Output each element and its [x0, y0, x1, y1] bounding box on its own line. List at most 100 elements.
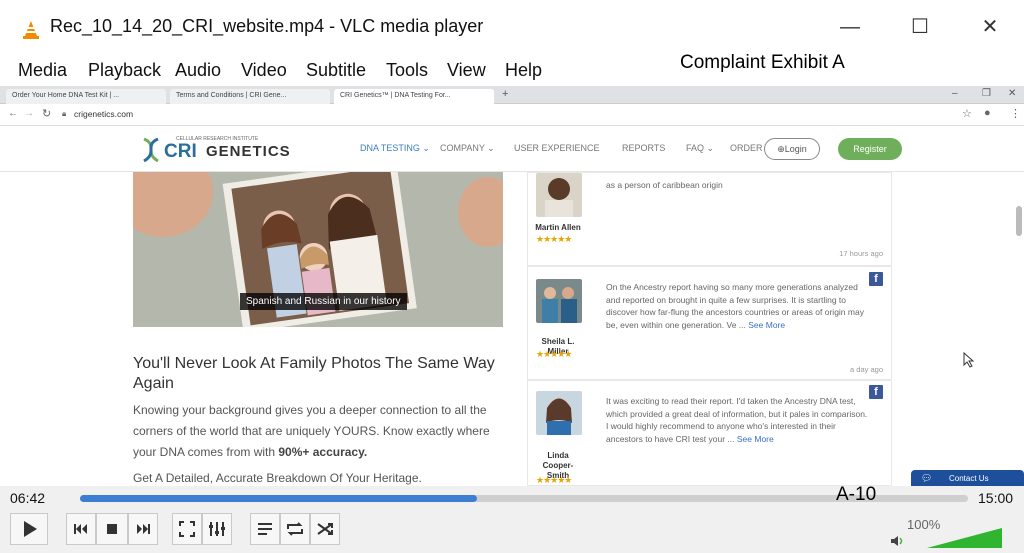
reviewer-avatar — [536, 391, 582, 435]
shuffle-icon — [317, 523, 333, 535]
reviewer-avatar — [536, 173, 582, 217]
browser-tab-active[interactable]: CRI Genetics™ | DNA Testing For... — [334, 89, 494, 104]
stop-icon — [107, 524, 117, 534]
menu-bar: Media Playback Audio Video Subtitle Tool… — [0, 56, 1024, 86]
nav-reports[interactable]: REPORTS — [622, 143, 665, 153]
section-subhead: Get A Detailed, Accurate Breakdown Of Yo… — [133, 471, 422, 485]
star-rating: ★★★★★ — [536, 349, 572, 359]
mouse-cursor-icon — [963, 352, 975, 368]
cri-genetics-logo[interactable]: CELLULAR RESEARCH INSTITUTE CRI GENETICS — [140, 135, 290, 165]
page-scrollbar-thumb[interactable] — [1016, 206, 1022, 236]
menu-subtitle[interactable]: Subtitle — [306, 60, 366, 81]
title-bar: Rec_10_14_20_CRI_website.mp4 - VLC media… — [0, 0, 1024, 60]
address-bar: ← → ↻ 🔒︎ crigenetics.com ☆ ● ⋮ — [0, 104, 1024, 126]
loop-icon — [287, 522, 303, 536]
browser-restore-icon[interactable]: ❐ — [982, 88, 991, 99]
lock-icon: 🔒︎ — [62, 109, 67, 118]
menu-tools[interactable]: Tools — [386, 60, 428, 81]
equalizer-icon — [209, 522, 225, 536]
browser-tab[interactable]: Order Your Home DNA Test Kit | ... — [6, 89, 166, 104]
window-title: Rec_10_14_20_CRI_website.mp4 - VLC media… — [50, 16, 484, 36]
nav-dna-testing[interactable]: DNA TESTING ⌄ — [360, 143, 430, 154]
see-more-link[interactable]: See More — [737, 434, 774, 444]
register-button[interactable]: Register — [838, 138, 902, 160]
player-controls: 06:42 A-10 15:00 100% — [0, 484, 1024, 553]
logo-genetics: GENETICS — [206, 143, 291, 160]
bookmark-star-icon[interactable]: ☆ — [962, 107, 972, 120]
fullscreen-button[interactable] — [172, 513, 202, 545]
reload-icon[interactable]: ↻ — [42, 107, 51, 120]
minimize-button[interactable]: — — [836, 14, 864, 42]
close-button[interactable]: ✕ — [976, 14, 1004, 42]
review-text: as a person of caribbean origin — [606, 180, 723, 190]
forward-icon[interactable]: → — [24, 108, 34, 119]
video-area[interactable]: Order Your Home DNA Test Kit | ... Terms… — [0, 86, 1024, 486]
menu-media[interactable]: Media — [18, 60, 67, 81]
browser-menu-icon[interactable]: ⋮ — [1010, 107, 1021, 120]
dna-helix-icon — [143, 137, 159, 163]
star-rating: ★★★★★ — [536, 475, 572, 485]
review-card: Linda Cooper-Smith ★★★★★ It was exciting… — [527, 380, 892, 486]
new-tab-button[interactable]: + — [502, 88, 508, 100]
play-icon — [24, 521, 37, 537]
accuracy-highlight: 90%+ accuracy. — [278, 445, 368, 459]
review-text: It was exciting to read their report. I'… — [606, 395, 868, 445]
chat-icon: 💬︎ — [921, 473, 933, 483]
playlist-button[interactable] — [250, 513, 280, 545]
maximize-button[interactable]: ☐ — [906, 14, 934, 42]
vlc-cone-icon — [23, 21, 39, 39]
volume-slider[interactable] — [927, 528, 1002, 548]
facebook-icon[interactable]: f — [869, 385, 883, 399]
loop-button[interactable] — [280, 513, 310, 545]
nav-faq[interactable]: FAQ ⌄ — [686, 143, 714, 154]
previous-icon — [74, 524, 87, 534]
nav-user-experience[interactable]: USER EXPERIENCE — [514, 143, 600, 153]
play-button[interactable] — [10, 513, 48, 545]
url-field[interactable]: crigenetics.com — [74, 109, 133, 119]
menu-playback[interactable]: Playback — [88, 60, 161, 81]
section-headline: You'll Never Look At Family Photos The S… — [133, 355, 495, 392]
review-body: On the Ancestry report having so many mo… — [606, 282, 864, 330]
site-header: CELLULAR RESEARCH INSTITUTE CRI GENETICS… — [0, 126, 1024, 172]
menu-view[interactable]: View — [447, 60, 486, 81]
exhibit-page-label: A-10 — [836, 484, 877, 505]
next-button[interactable] — [128, 513, 158, 545]
random-button[interactable] — [310, 513, 340, 545]
login-button[interactable]: ⊕Login — [764, 138, 820, 160]
contact-us-label: Contact Us — [949, 474, 989, 483]
contact-us-button[interactable]: 💬︎ Contact Us — [911, 470, 1024, 486]
review-time: a day ago — [850, 365, 883, 374]
menu-video[interactable]: Video — [241, 60, 287, 81]
review-card: Martin Allen ★★★★★ as a person of caribb… — [527, 172, 892, 266]
previous-button[interactable] — [66, 513, 96, 545]
reviewer-name: Martin Allen — [535, 223, 581, 232]
current-time: 06:42 — [10, 490, 46, 506]
next-icon — [137, 524, 150, 534]
review-time: 17 hours ago — [839, 249, 883, 258]
stop-button[interactable] — [96, 513, 128, 545]
browser-tab[interactable]: Terms and Conditions | CRI Gene... — [170, 89, 330, 104]
menu-audio[interactable]: Audio — [175, 60, 221, 81]
browser-minimize-icon[interactable]: – — [952, 88, 958, 99]
extended-settings-button[interactable] — [202, 513, 232, 545]
menu-help[interactable]: Help — [505, 60, 542, 81]
see-more-link[interactable]: See More — [748, 320, 785, 330]
facebook-icon[interactable]: f — [869, 272, 883, 286]
exhibit-label: Complaint Exhibit A — [680, 52, 845, 73]
seek-bar[interactable] — [80, 495, 968, 502]
profile-icon[interactable]: ● — [984, 107, 991, 119]
seek-progress — [80, 495, 477, 502]
review-card: Sheila L. Miller ★★★★★ On the Ancestry r… — [527, 266, 892, 380]
nav-company[interactable]: COMPANY ⌄ — [440, 143, 495, 154]
photo-caption: Spanish and Russian in our history — [240, 293, 407, 310]
browser-close-icon[interactable]: ✕ — [1008, 88, 1016, 99]
section-paragraph: Knowing your background gives you a deep… — [133, 400, 503, 463]
review-text: On the Ancestry report having so many mo… — [606, 281, 868, 331]
total-time: 15:00 — [978, 490, 1014, 506]
star-rating: ★★★★★ — [536, 234, 572, 244]
speaker-icon[interactable] — [890, 534, 906, 548]
back-icon[interactable]: ← — [8, 108, 18, 119]
nav-order[interactable]: ORDER — [730, 143, 763, 153]
fullscreen-icon — [179, 521, 195, 537]
logo-cri: CRI — [164, 141, 197, 162]
